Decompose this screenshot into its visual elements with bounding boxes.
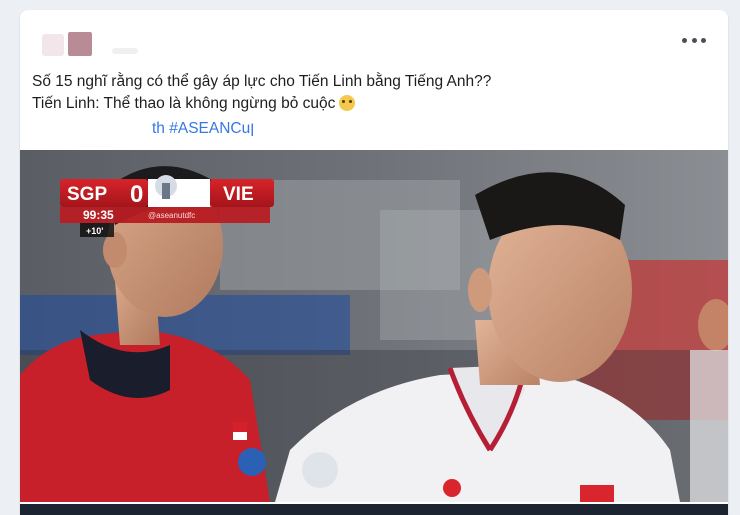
broadcaster-handle: @aseanutdfc <box>148 211 195 220</box>
post-line-2-text: Tiến Linh: Thể thao là không ngừng bỏ cu… <box>32 95 336 112</box>
dot <box>682 37 687 43</box>
laughing-face-emoji-icon <box>339 95 356 111</box>
away-score: 0 <box>186 181 199 208</box>
post-body: Số 15 nghĩ rằng có thể gây áp lực cho Ti… <box>32 71 712 115</box>
vie-sleeve-badge <box>302 452 338 488</box>
vie-sponsor-logo <box>443 479 461 497</box>
match-clock: 99:35 <box>83 208 114 222</box>
post-line-1: Số 15 nghĩ rằng có thể gây áp lực cho Ti… <box>32 73 492 90</box>
avatar-blur-right <box>68 32 92 56</box>
home-score: 0 <box>130 181 143 208</box>
vn-flag-patch <box>580 485 614 502</box>
more-options-icon[interactable] <box>682 32 706 48</box>
post-line-2: Tiến Linh: Thể thao là không ngừng bỏ cu… <box>32 93 712 115</box>
post-card: Số 15 nghĩ rằng có thể gây áp lực cho Ti… <box>20 10 728 515</box>
sg-flag-patch <box>233 422 247 432</box>
stoppage-time: +10' <box>86 226 103 236</box>
next-photo-strip[interactable] <box>20 504 728 515</box>
background-player-shirt <box>690 350 728 502</box>
hashtag-link[interactable]: th #ASEANCuן <box>152 120 254 138</box>
avatar-blur-left <box>42 34 64 56</box>
avatar[interactable] <box>42 32 92 56</box>
dot <box>691 37 697 43</box>
away-team-label: VIE <box>223 184 254 205</box>
sg-badge <box>238 448 266 476</box>
home-team-label: SGP <box>67 184 107 205</box>
dot <box>701 37 706 43</box>
post-photo[interactable]: SGP 0 0 VIE 99:35 @aseanutdfc +10' <box>20 150 728 502</box>
author-name-placeholder <box>112 48 138 54</box>
